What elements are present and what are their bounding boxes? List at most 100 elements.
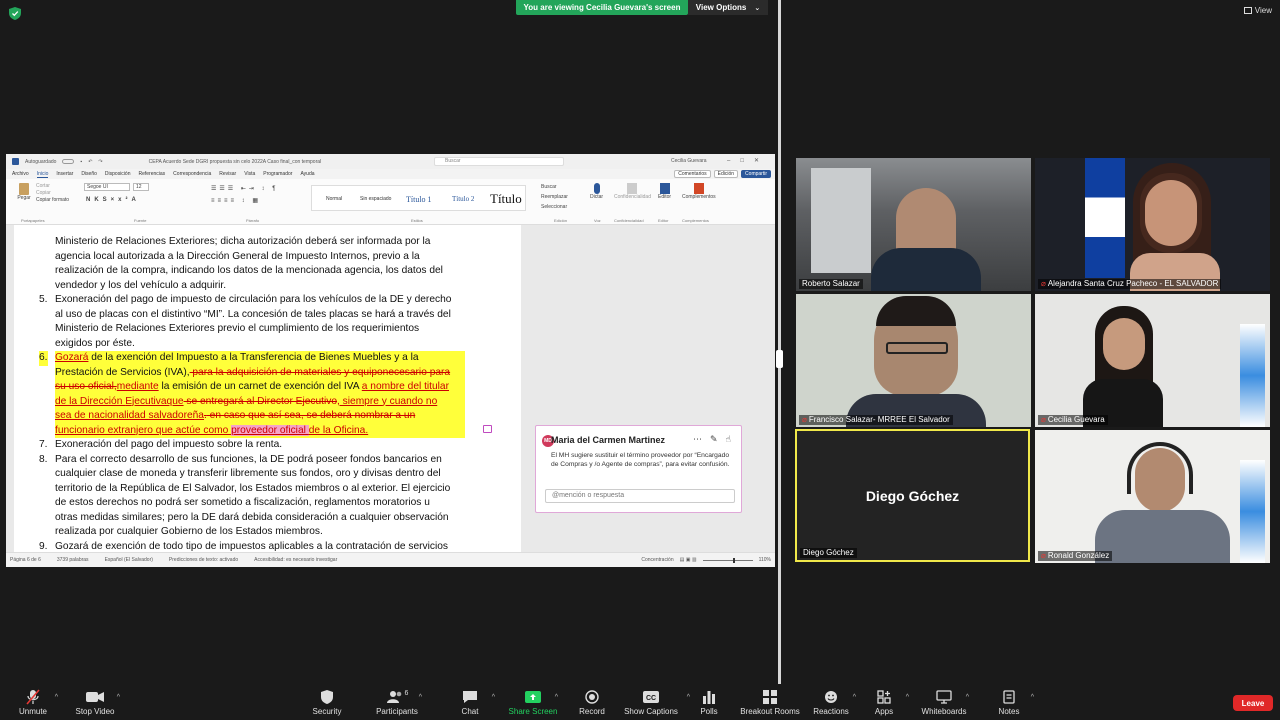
menu-correspondencia[interactable]: Correspondencia bbox=[173, 171, 211, 177]
panel-divider[interactable] bbox=[778, 0, 781, 684]
autosave-toggle[interactable] bbox=[62, 159, 75, 164]
editing-mode-button[interactable]: Edición bbox=[713, 170, 739, 178]
menu-ayuda[interactable]: Ayuda bbox=[300, 171, 314, 177]
video-tile[interactable]: Roberto Salazar bbox=[796, 158, 1031, 291]
format-painter-button[interactable]: Copiar formato bbox=[36, 197, 69, 204]
doc-text: la emisión de un carnet de exención del … bbox=[158, 381, 362, 392]
chevron-up-icon[interactable]: ^ bbox=[55, 694, 58, 701]
status-predictions[interactable]: Predicciones de texto: activado bbox=[169, 557, 238, 563]
status-language[interactable]: Español (El Salvador) bbox=[105, 557, 153, 563]
word-search-box[interactable]: Buscar bbox=[434, 157, 564, 166]
editor-button[interactable]: Editor bbox=[658, 183, 671, 200]
copy-button[interactable]: Copiar bbox=[36, 190, 69, 197]
more-options-icon[interactable]: ⋯ bbox=[693, 434, 702, 445]
video-tile[interactable]: ⌀ Francisco Salazar- MRREE El Salvador bbox=[796, 294, 1031, 427]
doc-line: Exoneración del pago de impuesto de circ… bbox=[55, 294, 452, 305]
security-shield-icon bbox=[321, 690, 333, 704]
security-button[interactable]: Security bbox=[292, 688, 362, 716]
font-name-select[interactable]: Segoe UI bbox=[84, 183, 130, 191]
replace-button[interactable]: Reemplazar bbox=[541, 192, 568, 202]
breakout-rooms-label: Breakout Rooms bbox=[740, 707, 800, 716]
select-button[interactable]: Seleccionar bbox=[541, 202, 568, 212]
chat-button[interactable]: Chat ^ bbox=[435, 688, 505, 716]
leave-button[interactable]: Leave bbox=[1233, 695, 1273, 711]
chevron-up-icon[interactable]: ^ bbox=[419, 694, 422, 701]
window-controls[interactable]: –□✕ bbox=[727, 157, 769, 164]
style-titulo-1[interactable]: Título 1 bbox=[406, 188, 432, 210]
participants-button[interactable]: 6 Participants ^ bbox=[362, 688, 432, 717]
chevron-up-icon[interactable]: ^ bbox=[117, 694, 120, 701]
menu-programador[interactable]: Programador bbox=[263, 171, 292, 177]
participant-name: Alejandra Santa Cruz Pacheco - EL SALVAD… bbox=[1047, 279, 1219, 288]
chevron-up-icon[interactable]: ^ bbox=[492, 694, 495, 701]
styles-gallery[interactable]: Normal Sin espaciado Título 1 Título 2 T… bbox=[311, 185, 526, 211]
undo-icon[interactable]: ↶ bbox=[88, 159, 92, 165]
stop-video-button[interactable]: Stop Video ^ bbox=[60, 688, 130, 716]
style-normal[interactable]: Normal bbox=[326, 188, 342, 210]
security-label: Security bbox=[312, 707, 342, 716]
paste-button[interactable]: Pegar bbox=[14, 183, 34, 201]
zoom-slider[interactable] bbox=[702, 557, 753, 563]
font-format-buttons[interactable]: NKS×x²A bbox=[86, 197, 140, 203]
video-tile-active-speaker[interactable]: Diego Góchez Diego Góchez bbox=[795, 429, 1030, 562]
chevron-up-icon[interactable]: ^ bbox=[966, 694, 969, 701]
polls-bar-icon bbox=[703, 691, 715, 704]
view-layout-button[interactable]: View bbox=[1243, 6, 1272, 15]
view-mode-icons[interactable]: ▤ ▣ ▥ bbox=[680, 557, 697, 563]
view-options-button[interactable]: View Options ⌄ bbox=[688, 0, 768, 15]
video-tile[interactable]: ⌀ Alejandra Santa Cruz Pacheco - EL SALVA… bbox=[1035, 158, 1270, 291]
dictate-button[interactable]: Dictar bbox=[590, 183, 603, 200]
comment-marker-icon[interactable] bbox=[483, 425, 492, 433]
menu-revisar[interactable]: Revisar bbox=[219, 171, 236, 177]
style-titulo-2[interactable]: Título 2 bbox=[452, 188, 474, 210]
menu-vista[interactable]: Vista bbox=[244, 171, 255, 177]
shared-screen-word-window[interactable]: Autoguardado ▪ ↶ ↷ CEPA Acuerdo Sede DGR… bbox=[6, 154, 775, 567]
menu-disposicion[interactable]: Disposición bbox=[105, 171, 131, 177]
encryption-shield-icon[interactable] bbox=[9, 7, 21, 20]
breakout-rooms-button[interactable]: Breakout Rooms bbox=[735, 688, 805, 716]
zoom-slider-handle[interactable] bbox=[732, 557, 735, 563]
zoom-controls[interactable]: Concentración ▤ ▣ ▥ 110% bbox=[641, 557, 771, 563]
focus-mode[interactable]: Concentración bbox=[641, 557, 673, 563]
menu-inicio[interactable]: Inicio bbox=[36, 171, 49, 178]
participant-name-label: ⌀ Ronald González bbox=[1038, 551, 1113, 561]
save-icon[interactable]: ▪ bbox=[80, 159, 82, 165]
unmute-button[interactable]: Unmute ^ bbox=[0, 688, 68, 716]
paragraph-buttons[interactable]: ☰☰☰ ⇤⇥ ↕ ¶ ≡≡≡≡ ↕ ▦ bbox=[211, 183, 278, 207]
font-size-select[interactable]: 12 bbox=[133, 183, 149, 191]
style-sin-espaciado[interactable]: Sin espaciado bbox=[360, 188, 391, 210]
cut-button[interactable]: Cortar bbox=[36, 183, 69, 190]
status-accessibility[interactable]: Accesibilidad: es necesario investigar bbox=[254, 557, 337, 563]
addins-button[interactable]: Complementos bbox=[682, 183, 716, 200]
find-button[interactable]: Buscar bbox=[541, 182, 568, 192]
redo-icon[interactable]: ↷ bbox=[98, 159, 102, 165]
menu-referencias[interactable]: Referencias bbox=[138, 171, 165, 177]
video-tile[interactable]: ⌀ Ronald González bbox=[1035, 430, 1270, 563]
document-page[interactable]: Ministerio de Relaciones Exteriores; dic… bbox=[14, 225, 521, 552]
comment-reply-input[interactable]: @mención o respuesta bbox=[545, 489, 735, 503]
svg-text:CC: CC bbox=[646, 695, 656, 702]
menu-insertar[interactable]: Insertar bbox=[56, 171, 73, 177]
participant-name-label: ⌀ Alejandra Santa Cruz Pacheco - EL SALVA… bbox=[1038, 279, 1222, 289]
comments-button[interactable]: Comentarios bbox=[674, 170, 711, 178]
comment-card[interactable]: MD Maria del Carmen Martinez ⋯ ✎ ☝ El MH… bbox=[535, 425, 742, 513]
zoom-level[interactable]: 110% bbox=[759, 557, 771, 563]
menu-archivo[interactable]: Archivo bbox=[12, 171, 29, 177]
polls-button[interactable]: Polls bbox=[674, 688, 744, 716]
menu-diseno[interactable]: Diseño bbox=[81, 171, 97, 177]
edit-pencil-icon[interactable]: ✎ bbox=[710, 434, 718, 445]
record-icon bbox=[585, 690, 599, 704]
addins-icon bbox=[693, 183, 704, 194]
notes-button[interactable]: Notes ^ bbox=[974, 688, 1044, 716]
sensitivity-button[interactable]: Confidencialidad bbox=[614, 183, 651, 200]
grid-view-icon bbox=[1243, 7, 1252, 14]
divider-drag-handle[interactable] bbox=[776, 350, 783, 368]
participant-name: Roberto Salazar bbox=[802, 279, 860, 288]
video-tile[interactable]: ⌀ Cecilia Guevara bbox=[1035, 294, 1270, 427]
whiteboards-button[interactable]: Whiteboards ^ bbox=[909, 688, 979, 716]
share-button[interactable]: Compartir bbox=[741, 170, 771, 178]
commented-text[interactable]: proveedor oficial bbox=[231, 424, 309, 436]
chevron-up-icon[interactable]: ^ bbox=[1031, 694, 1034, 701]
like-icon[interactable]: ☝ bbox=[726, 434, 731, 445]
style-titulo[interactable]: Título bbox=[490, 188, 522, 210]
